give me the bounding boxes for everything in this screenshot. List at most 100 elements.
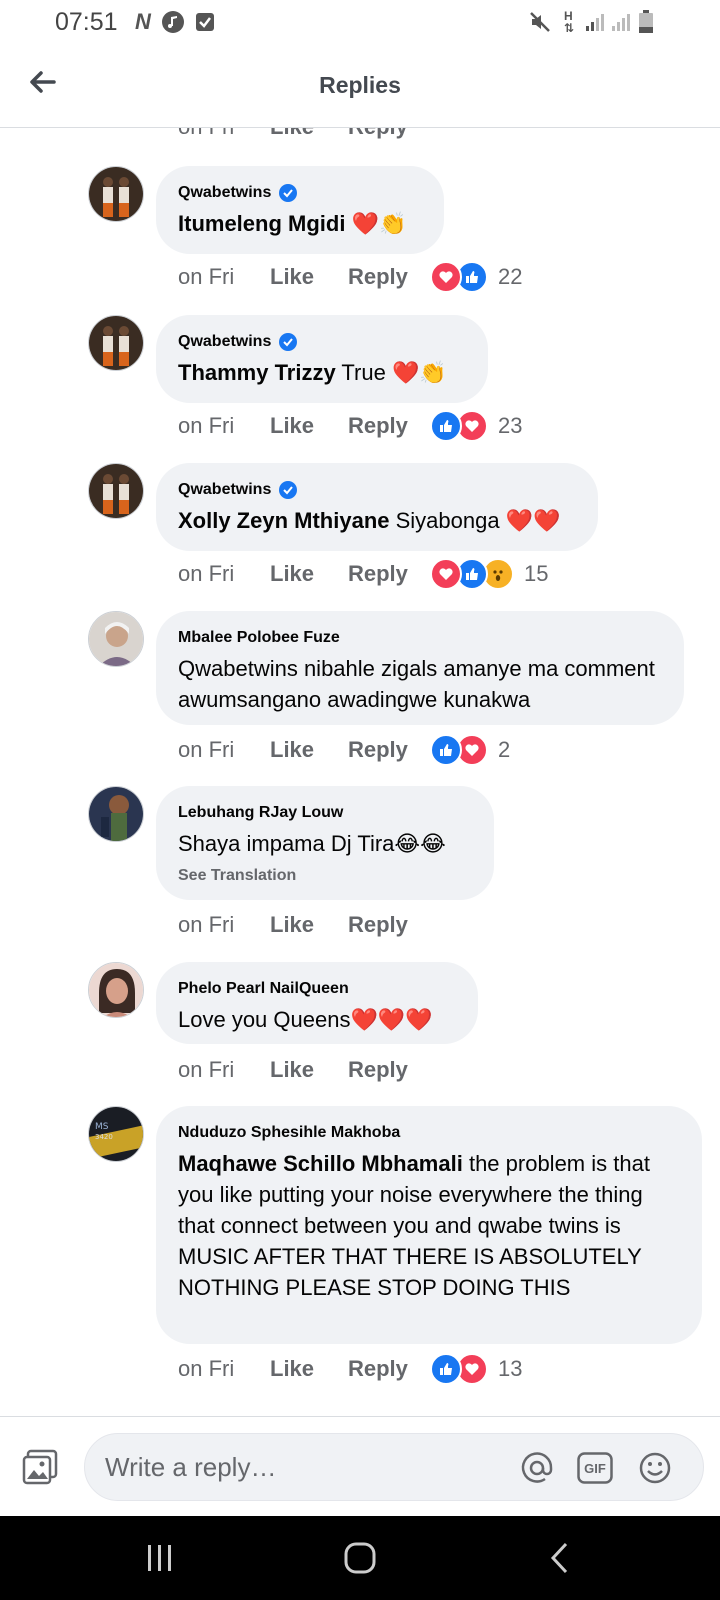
avatar[interactable]: [88, 786, 144, 842]
reactions-summary[interactable]: 13: [430, 1353, 522, 1385]
svg-text:MS: MS: [95, 1122, 109, 1132]
reactions-summary[interactable]: 23: [430, 410, 522, 442]
reply-button[interactable]: Reply: [348, 264, 430, 290]
chevron-left-icon: [550, 1542, 568, 1574]
like-button[interactable]: Like: [270, 413, 348, 439]
reply-button[interactable]: Reply: [348, 1057, 430, 1083]
reply-button[interactable]: Reply: [348, 1356, 430, 1382]
comment-text: Love you Queens❤️❤️❤️: [178, 1007, 433, 1032]
avatar[interactable]: [88, 962, 144, 1018]
like-button[interactable]: Like: [270, 561, 348, 587]
app-header: Replies: [0, 46, 720, 128]
reaction-count: 22: [498, 264, 523, 289]
comment-actions: on Fri Like Reply: [178, 1055, 430, 1085]
nav-back-button[interactable]: [540, 1538, 580, 1578]
reactions-summary[interactable]: 15: [430, 558, 548, 590]
photo-icon: [22, 1449, 58, 1485]
comment-text: Maqhawe Schillo Mbhamali the problem is …: [178, 1151, 650, 1300]
mention-link[interactable]: Itumeleng Mgidi: [178, 211, 345, 236]
comment-actions: on Fri Like Reply 2: [178, 734, 510, 766]
comment-author[interactable]: Mbalee Polobee Fuze: [178, 629, 340, 647]
data-arrows-icon: H ⇅: [563, 9, 575, 35]
love-reaction-icon: [430, 261, 462, 293]
comment-text: Xolly Zeyn Mthiyane Siyabonga ❤️❤️: [178, 508, 561, 533]
like-button[interactable]: Like: [270, 128, 348, 140]
reply-button[interactable]: Reply: [348, 912, 430, 938]
mention-at-icon[interactable]: [519, 1450, 555, 1486]
reply-placeholder: Write a reply…: [105, 1452, 277, 1482]
comment-author[interactable]: Qwabetwins: [178, 184, 271, 202]
comment-time: on Fri: [178, 264, 235, 289]
reaction-count: 15: [524, 561, 549, 586]
reply-button[interactable]: Reply: [348, 737, 430, 763]
comment-bubble[interactable]: Qwabetwins Itumeleng Mgidi ❤️👏: [156, 166, 444, 254]
reactions-summary[interactable]: 2: [430, 734, 510, 766]
comment-text: Itumeleng Mgidi ❤️👏: [178, 211, 407, 236]
reply-button[interactable]: Reply: [348, 128, 430, 140]
comment-actions: on Fri Like Reply 23: [178, 410, 522, 442]
comment-author[interactable]: Nduduzo Sphesihle Makhoba: [178, 1124, 400, 1142]
comment-text: Qwabetwins nibahle zigals amanye ma comm…: [178, 656, 655, 712]
like-button[interactable]: Like: [270, 264, 348, 290]
avatar[interactable]: [88, 315, 144, 371]
comment-time: on Fri: [178, 737, 235, 762]
mute-icon: [528, 10, 552, 34]
like-reaction-icon: [430, 410, 462, 442]
comment-author[interactable]: Lebuhang RJay Louw: [178, 804, 343, 822]
home-button[interactable]: [340, 1538, 380, 1578]
mention-link[interactable]: Maqhawe Schillo Mbhamali: [178, 1151, 463, 1176]
comment-author[interactable]: Phelo Pearl NailQueen: [178, 980, 349, 998]
comment-time: on Fri: [178, 128, 270, 140]
comment-time: on Fri: [178, 912, 235, 937]
comment-actions: on Fri Like Reply 15: [178, 558, 548, 590]
svg-text:3420: 3420: [95, 1133, 113, 1141]
comment-bubble[interactable]: Qwabetwins Thammy Trizzy True ❤️👏: [156, 315, 488, 403]
comment-bubble[interactable]: Lebuhang RJay Louw Shaya impama Dj Tira😂…: [156, 786, 494, 900]
like-reaction-icon: [430, 734, 462, 766]
n-app-icon: N: [135, 9, 151, 34]
like-button[interactable]: Like: [270, 1356, 348, 1382]
checkbox-icon: [194, 10, 216, 34]
mention-link[interactable]: Thammy Trizzy: [178, 360, 336, 385]
home-icon: [344, 1542, 376, 1574]
comment-bubble[interactable]: Mbalee Polobee Fuze Qwabetwins nibahle z…: [156, 611, 684, 725]
avatar[interactable]: [88, 166, 144, 222]
signal-icon: [610, 10, 632, 34]
photo-button[interactable]: [22, 1449, 58, 1485]
comment-time: on Fri: [178, 1057, 235, 1082]
reply-button[interactable]: Reply: [348, 561, 430, 587]
avatar[interactable]: [88, 463, 144, 519]
reaction-count: 13: [498, 1356, 523, 1381]
comment-list[interactable]: on Fri Like Reply Qwabetwins Itumeleng M…: [0, 128, 720, 1416]
emoji-icon[interactable]: [637, 1450, 673, 1486]
verified-badge-icon: [279, 184, 298, 202]
comment-actions: on Fri Like Reply 22: [178, 261, 522, 293]
like-button[interactable]: Like: [270, 912, 348, 938]
comment-time: on Fri: [178, 561, 235, 586]
comment-author[interactable]: Qwabetwins: [178, 481, 271, 499]
reply-button[interactable]: Reply: [348, 413, 430, 439]
reaction-count: 23: [498, 413, 523, 438]
comment-bubble[interactable]: Phelo Pearl NailQueen Love you Queens❤️❤…: [156, 962, 478, 1044]
avatar[interactable]: [88, 611, 144, 667]
gif-button[interactable]: GIF: [577, 1450, 613, 1486]
verified-badge-icon: [279, 333, 298, 351]
avatar[interactable]: MS 3420: [88, 1106, 144, 1162]
reply-input[interactable]: Write a reply… GIF: [84, 1433, 704, 1501]
comment-author[interactable]: Qwabetwins: [178, 333, 271, 351]
like-button[interactable]: Like: [270, 1057, 348, 1083]
recent-apps-button[interactable]: [140, 1538, 180, 1578]
reactions-summary[interactable]: 22: [430, 261, 522, 293]
comment-bubble[interactable]: Qwabetwins Xolly Zeyn Mthiyane Siyabonga…: [156, 463, 598, 551]
like-button[interactable]: Like: [270, 737, 348, 763]
page-title: Replies: [319, 72, 401, 98]
comment-actions-partial: on Fri Like Reply: [178, 128, 430, 140]
see-translation-link[interactable]: See Translation: [178, 867, 472, 885]
status-time: 07:51: [55, 8, 118, 36]
comment-actions: on Fri Like Reply 13: [178, 1353, 522, 1385]
system-nav-bar: [0, 1516, 720, 1600]
signal-icon: [584, 10, 606, 34]
music-icon: [160, 10, 186, 34]
mention-link[interactable]: Xolly Zeyn Mthiyane: [178, 508, 390, 533]
comment-bubble[interactable]: Nduduzo Sphesihle Makhoba Maqhawe Schill…: [156, 1106, 702, 1344]
